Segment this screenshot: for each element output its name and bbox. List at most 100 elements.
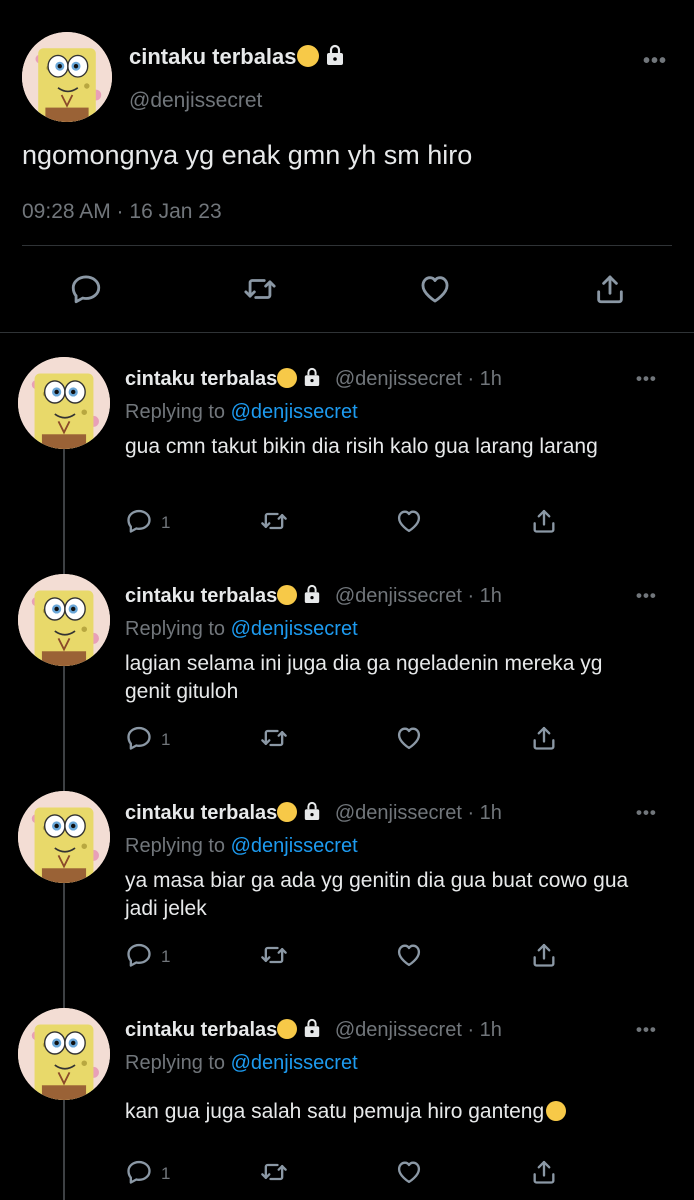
- replying-prefix: Replying to: [125, 618, 226, 640]
- share-button[interactable]: [530, 1158, 558, 1186]
- author-name[interactable]: cintaku terbalas: [125, 368, 277, 390]
- reply-text: gua cmn takut bikin dia risih kalo gua l…: [125, 435, 598, 458]
- author-name-text: cintaku terbalas: [129, 44, 297, 69]
- more-options-icon[interactable]: •••: [636, 369, 657, 389]
- replying-to: Replying to @denjissecret: [125, 835, 358, 858]
- heart-icon: [395, 724, 423, 752]
- like-button[interactable]: [395, 1158, 423, 1186]
- author-name[interactable]: cintaku terbalas: [129, 44, 345, 70]
- spongebob-avatar-image: [18, 1008, 110, 1100]
- spongebob-avatar-image: [22, 32, 112, 122]
- retweet-icon: [260, 724, 288, 752]
- retweet-button[interactable]: [260, 724, 288, 752]
- like-button[interactable]: [418, 272, 452, 306]
- heart-icon: [418, 272, 452, 306]
- like-button[interactable]: [395, 724, 423, 752]
- share-button[interactable]: [593, 272, 627, 306]
- replying-handle-link[interactable]: @denjissecret: [231, 401, 358, 423]
- lock-icon: [326, 44, 343, 65]
- lock-icon: [305, 367, 320, 386]
- reply-icon: [125, 507, 153, 535]
- avatar[interactable]: [18, 1008, 110, 1100]
- reply-tweet[interactable]: cintaku terbalas @denjissecret · 1h ••• …: [0, 574, 694, 774]
- face-exhaling-emoji-icon: [277, 802, 298, 822]
- author-name[interactable]: cintaku terbalas: [125, 1019, 277, 1041]
- replying-handle-link[interactable]: @denjissecret: [231, 835, 358, 857]
- reply-count: 1: [161, 513, 171, 532]
- more-options-icon[interactable]: •••: [636, 586, 657, 606]
- like-button[interactable]: [395, 507, 423, 535]
- more-options-icon[interactable]: •••: [636, 1020, 657, 1040]
- more-options-icon[interactable]: •••: [636, 803, 657, 823]
- reply-actions: 1: [125, 724, 565, 754]
- face-exhaling-emoji-icon: [277, 368, 298, 388]
- share-icon: [593, 272, 627, 306]
- reply-text: ya masa biar ga ada yg genitin dia gua b…: [125, 869, 629, 920]
- face-exhaling-emoji-icon: [277, 585, 298, 605]
- reply-actions: 1: [125, 1158, 565, 1188]
- retweet-button[interactable]: [260, 507, 288, 535]
- retweet-icon: [260, 507, 288, 535]
- handle-and-time[interactable]: @denjissecret · 1h: [335, 802, 502, 824]
- author-name[interactable]: cintaku terbalas: [125, 585, 277, 607]
- replying-to: Replying to @denjissecret: [125, 401, 358, 424]
- reply-count: 1: [161, 730, 171, 749]
- reply-icon: [125, 1158, 153, 1186]
- spongebob-avatar-image: [18, 574, 110, 666]
- avatar[interactable]: [18, 791, 110, 883]
- reply-button[interactable]: [125, 1158, 153, 1186]
- avatar[interactable]: [18, 357, 110, 449]
- reply-tweet[interactable]: cintaku terbalas @denjissecret · 1h ••• …: [0, 357, 694, 557]
- spongebob-avatar-image: [18, 357, 110, 449]
- reply-button[interactable]: [125, 941, 153, 969]
- handle-and-time[interactable]: @denjissecret · 1h: [335, 368, 502, 390]
- divider: [0, 332, 694, 333]
- replying-handle-link[interactable]: @denjissecret: [231, 618, 358, 640]
- retweet-icon: [260, 1158, 288, 1186]
- face-exhaling-emoji-icon: [277, 1019, 298, 1039]
- share-button[interactable]: [530, 507, 558, 535]
- face-exhaling-emoji-icon: [296, 45, 319, 67]
- handle-and-time[interactable]: @denjissecret · 1h: [335, 1019, 502, 1041]
- share-button[interactable]: [530, 941, 558, 969]
- reply-button[interactable]: [69, 272, 103, 306]
- reply-count: 1: [161, 1164, 171, 1183]
- author-handle[interactable]: @denjissecret: [129, 89, 262, 113]
- reply-text: lagian selama ini juga dia ga ngeladenin…: [125, 652, 603, 703]
- share-button[interactable]: [530, 724, 558, 752]
- author-name[interactable]: cintaku terbalas: [125, 802, 277, 824]
- lock-icon: [305, 801, 320, 820]
- reply-tweet[interactable]: cintaku terbalas @denjissecret · 1h ••• …: [0, 1008, 694, 1200]
- replying-prefix: Replying to: [125, 401, 226, 423]
- reply-tweet[interactable]: cintaku terbalas @denjissecret · 1h ••• …: [0, 791, 694, 991]
- handle-and-time[interactable]: @denjissecret · 1h: [335, 585, 502, 607]
- more-options-icon[interactable]: •••: [643, 50, 667, 73]
- like-button[interactable]: [395, 941, 423, 969]
- retweet-icon: [260, 941, 288, 969]
- reply-count: 1: [161, 947, 171, 966]
- replying-handle-link[interactable]: @denjissecret: [231, 1052, 358, 1074]
- divider: [22, 245, 672, 246]
- retweet-button[interactable]: [243, 272, 277, 306]
- reply-button[interactable]: [125, 507, 153, 535]
- reply-header: cintaku terbalas @denjissecret · 1h: [125, 1018, 502, 1042]
- avatar[interactable]: [18, 574, 110, 666]
- tweet-timestamp[interactable]: 09:28 AM · 16 Jan 23: [22, 200, 222, 224]
- reply-text: kan gua juga salah satu pemuja hiro gant…: [125, 1098, 645, 1126]
- tweet-text: ngomongnya yg enak gmn yh sm hiro: [22, 140, 473, 170]
- reply-header: cintaku terbalas @denjissecret · 1h: [125, 367, 502, 391]
- replying-prefix: Replying to: [125, 835, 226, 857]
- heart-icon: [395, 941, 423, 969]
- share-icon: [530, 507, 558, 535]
- replying-to: Replying to @denjissecret: [125, 1052, 358, 1075]
- share-icon: [530, 941, 558, 969]
- avatar[interactable]: [22, 32, 112, 122]
- reply-actions: 1: [125, 507, 565, 537]
- reply-button[interactable]: [125, 724, 153, 752]
- heart-icon: [395, 507, 423, 535]
- retweet-button[interactable]: [260, 941, 288, 969]
- reply-header: cintaku terbalas @denjissecret · 1h: [125, 584, 502, 608]
- retweet-button[interactable]: [260, 1158, 288, 1186]
- replying-prefix: Replying to: [125, 1052, 226, 1074]
- replying-to: Replying to @denjissecret: [125, 618, 358, 641]
